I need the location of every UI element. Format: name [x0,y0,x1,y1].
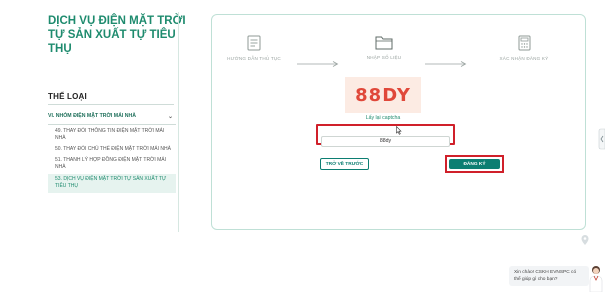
sidebar-item-label: 49. THAY ĐỔI THÔNG TIN ĐIỆN MẶT TRỜI MÁI… [55,128,165,141]
step-confirm: XÁC NHẬN ĐĂNG KÝ [484,35,564,61]
folder-icon [375,36,393,50]
register-button[interactable]: ĐĂNG KÝ [449,159,500,169]
document-icon [247,35,261,51]
sidebar-item-53[interactable]: 53. DỊCH VỤ ĐIỆN MẶT TRỜI TỰ SẢN XUẤT TỰ… [48,174,176,193]
group-divider [48,124,176,125]
back-button[interactable]: TRỞ VỀ TRƯỚC [320,158,369,170]
captcha-image: 88DY [345,77,421,113]
chat-greeting-bubble[interactable]: Xin chào! CSKH EVNSPC có thể giúp gì cho… [509,266,589,286]
submit-button-highlight: ĐĂNG KÝ [445,155,504,173]
captcha-refresh-link[interactable]: Lấy lại captcha [345,115,421,121]
mouse-cursor-icon [396,126,402,135]
page-title: DỊCH VỤ ĐIỆN MẶT TRỜI TỰ SẢN XUẤT TỰ TIÊ… [48,15,186,55]
sidebar-group-label: VI. NHÓM ĐIỆN MẶT TRỜI MÁI NHÀ [48,113,136,119]
sidebar-item-label: 53. DỊCH VỤ ĐIỆN MẶT TRỜI TỰ SẢN XUẤT TỰ… [55,176,167,189]
arrow-right-icon [297,61,339,67]
step-label: HƯỚNG DẪN THỦ TỤC [227,56,281,61]
step-input-data: NHẬP SỐ LIỆU [344,35,424,60]
sidebar-group-header[interactable]: VI. NHÓM ĐIỆN MẶT TRỜI MÁI NHÀ ⌄ [48,109,176,123]
step-label: XÁC NHẬN ĐĂNG KÝ [499,56,549,61]
step-guide: HƯỚNG DẪN THỦ TỤC [214,35,294,61]
captcha-input-highlight [316,124,455,147]
sidebar-item-label: 51. THANH LÝ HỢP ĐỒNG ĐIỆN MẶT TRỜI MÁI … [55,157,167,170]
calculator-icon [518,35,530,51]
category-title: THỂ LOẠI [48,92,87,101]
captcha-input[interactable] [321,135,450,147]
step-label: NHẬP SỐ LIỆU [366,55,402,60]
sidebar-item-51[interactable]: 51. THANH LÝ HỢP ĐỒNG ĐIỆN MẶT TRỜI MÁI … [48,156,176,174]
support-agent-avatar[interactable] [588,264,604,292]
registration-card: HƯỚNG DẪN THỦ TỤC NHẬP SỐ LIỆU XÁC NHẬN … [211,14,586,230]
side-panel-tab[interactable] [598,128,605,150]
chevron-down-icon: ⌄ [167,113,173,120]
sidebar-menu: 49. THAY ĐỔI THÔNG TIN ĐIỆN MẶT TRỜI MÁI… [48,127,176,193]
sidebar-divider [178,12,179,232]
sidebar-item-50[interactable]: 50. THAY ĐỔI CHỦ THỂ ĐIỆN MẶT TRỜI MÁI N… [48,145,176,156]
sidebar-item-label: 50. THAY ĐỔI CHỦ THỂ ĐIỆN MẶT TRỜI MÁI N… [55,146,171,152]
location-pin-icon[interactable] [580,234,590,246]
sidebar-item-49[interactable]: 49. THAY ĐỔI THÔNG TIN ĐIỆN MẶT TRỜI MÁI… [48,127,176,145]
category-divider [48,104,174,105]
arrow-right-icon [425,61,467,67]
